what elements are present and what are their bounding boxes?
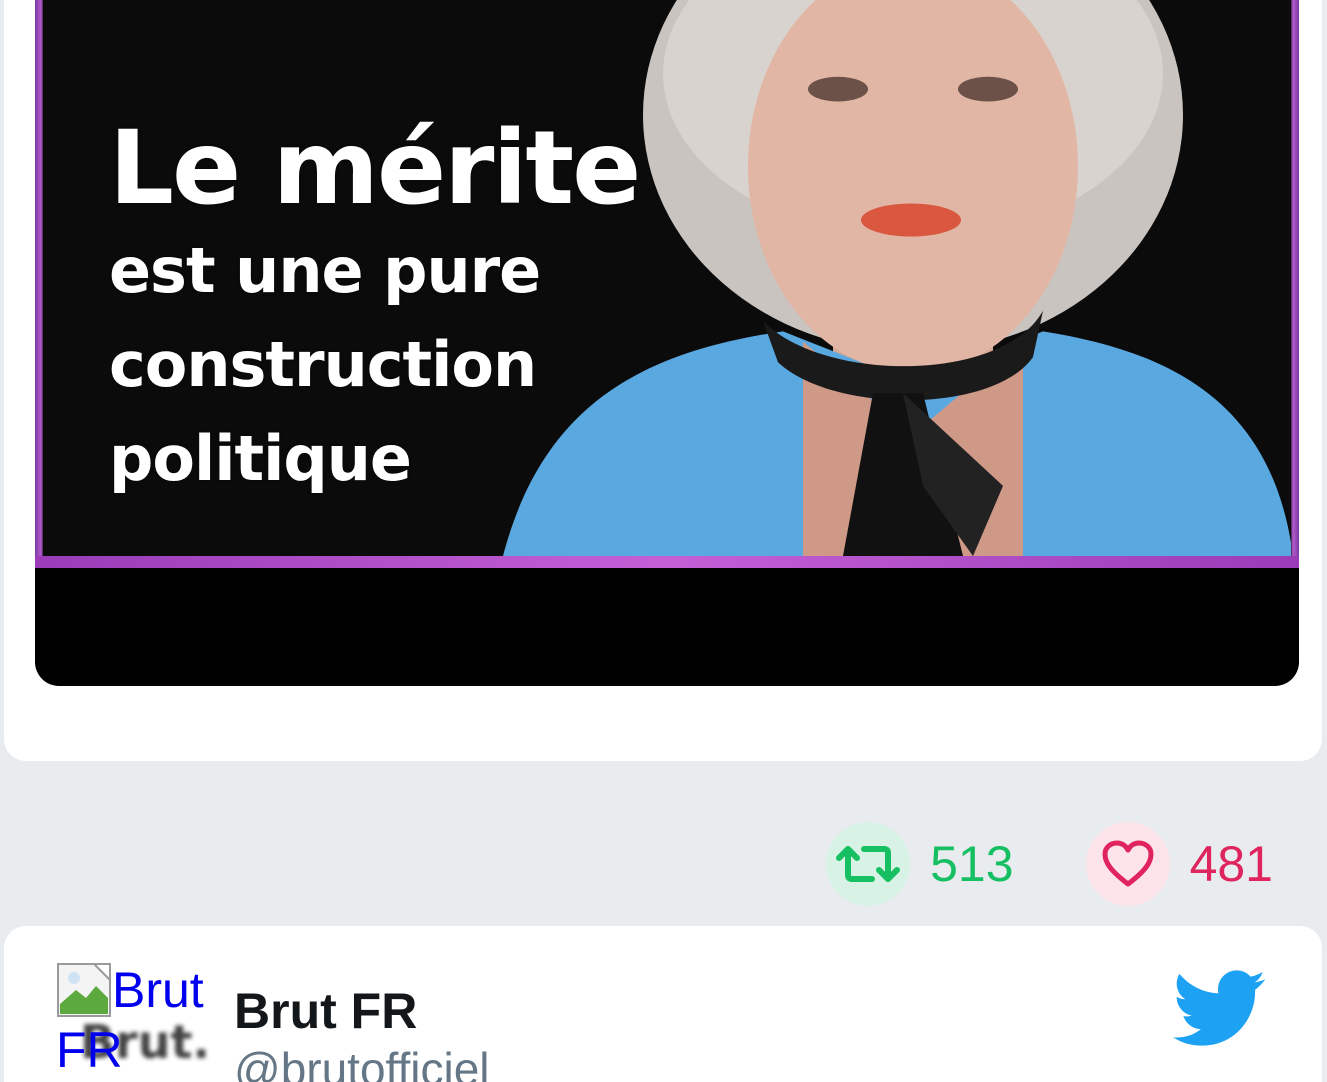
tweet-actions: 513 481 xyxy=(826,822,1273,906)
media-headline: Le mérite xyxy=(109,109,641,228)
tweet-media[interactable]: Le mérite est une pure construction poli… xyxy=(35,0,1299,686)
media-caption-line: construction xyxy=(109,328,537,401)
media-image: Le mérite est une pure construction poli… xyxy=(43,0,1291,556)
like-button[interactable]: 481 xyxy=(1085,822,1273,906)
retweet-icon[interactable] xyxy=(826,822,911,906)
retweet-count: 513 xyxy=(930,836,1014,892)
twitter-bird-icon[interactable] xyxy=(1172,970,1268,1048)
media-caption-line: politique xyxy=(109,422,412,495)
heart-icon[interactable] xyxy=(1085,822,1170,906)
author-handle[interactable]: @brutofficiel xyxy=(234,1042,490,1082)
media-caption-line: est une pure xyxy=(109,234,541,307)
tweet-card: Le mérite est une pure construction poli… xyxy=(4,0,1322,761)
avatar-alt-text: Brut FR xyxy=(56,962,204,1078)
embedded-tweets-page: Le mérite est une pure construction poli… xyxy=(0,0,1327,1082)
media-thumbnail: Le mérite est une pure construction poli… xyxy=(35,0,1299,568)
like-count: 481 xyxy=(1189,836,1273,892)
retweet-button[interactable]: 513 xyxy=(826,822,1014,906)
author-name[interactable]: Brut FR xyxy=(234,982,417,1040)
tweet-card: Brut. Brut FR Brut FR @brutofficiel xyxy=(4,926,1322,1082)
author-avatar-link[interactable]: Brut. Brut FR xyxy=(56,960,216,1080)
media-caption: Le mérite est une pure construction poli… xyxy=(109,109,641,506)
